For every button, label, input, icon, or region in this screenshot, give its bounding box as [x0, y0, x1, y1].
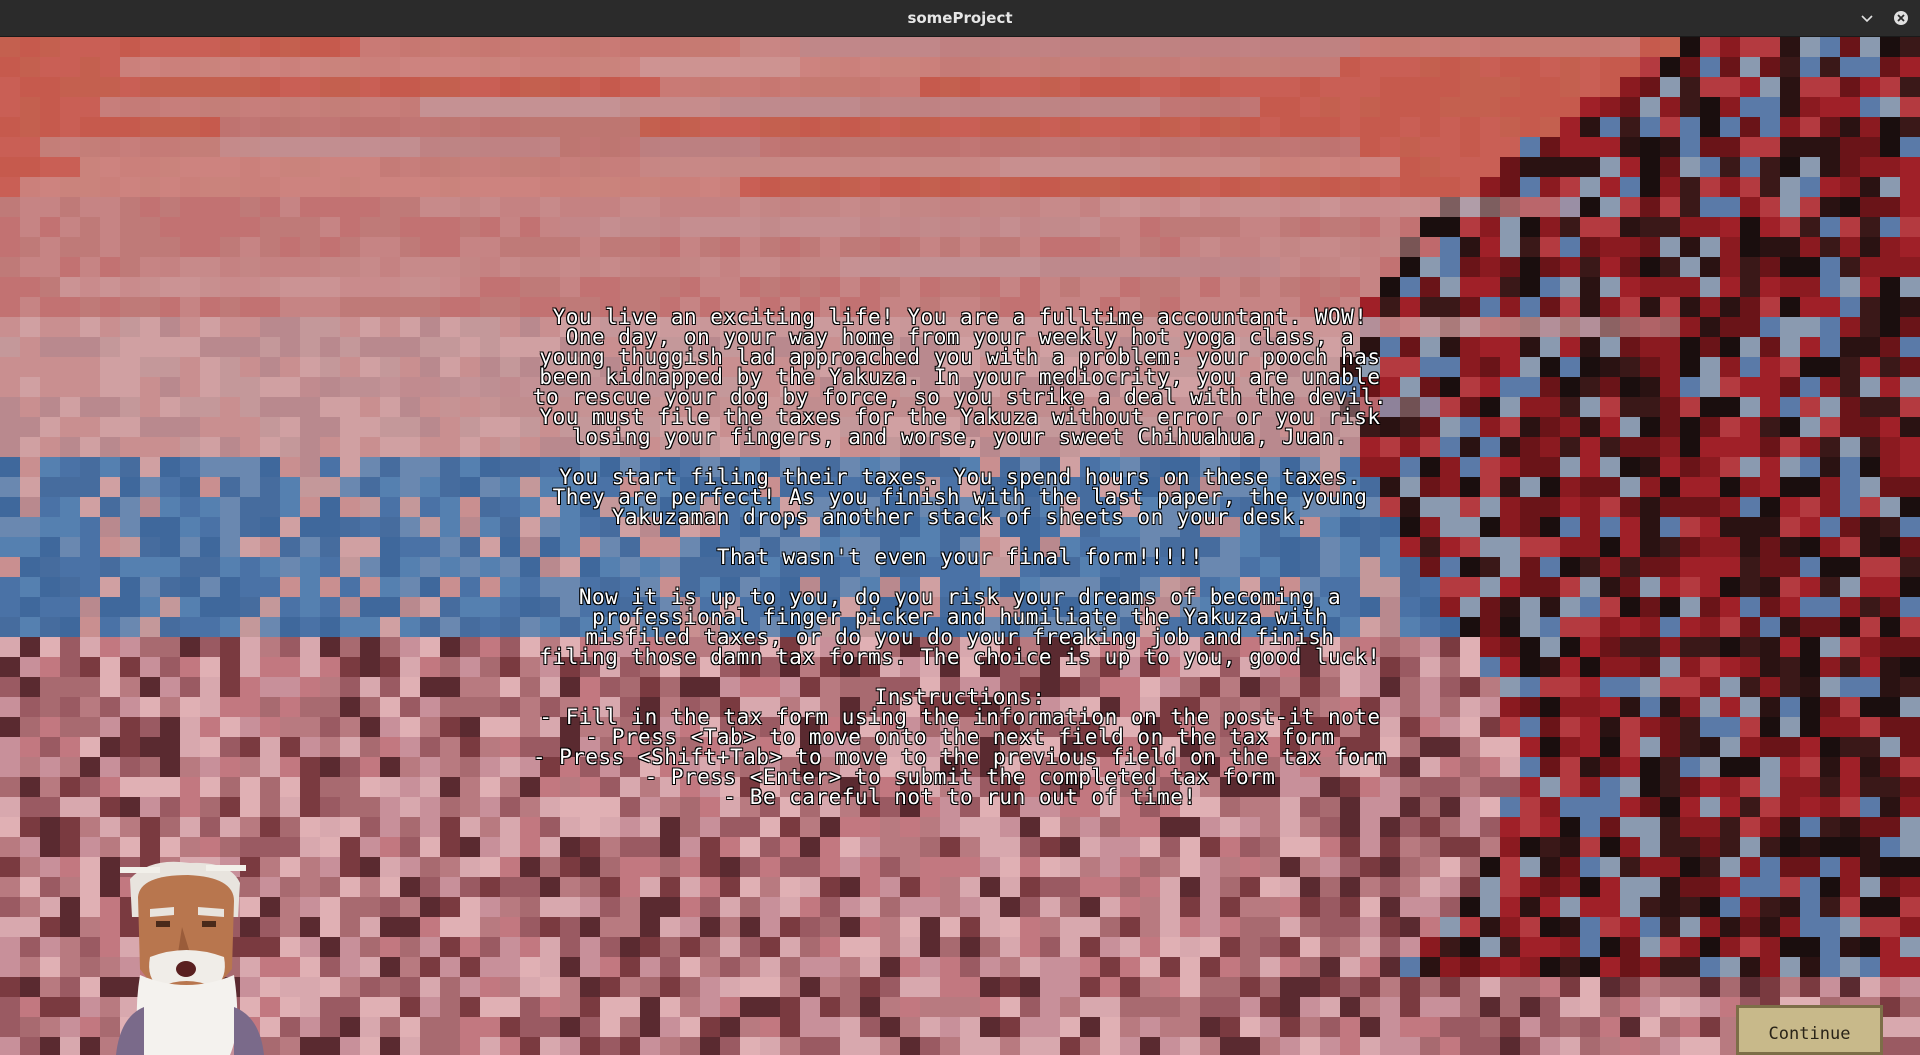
- chevron-down-icon[interactable]: [1856, 7, 1878, 29]
- story-paragraph: You start filing their taxes. You spend …: [552, 465, 1368, 529]
- story-paragraph: That wasn't even your final form!!!!!: [716, 545, 1204, 569]
- story-paragraph: You live an exciting life! You are a ful…: [532, 305, 1388, 449]
- window-title: someProject: [907, 9, 1013, 27]
- continue-button[interactable]: Continue: [1736, 1005, 1883, 1055]
- game-viewport: You live an exciting life! You are a ful…: [0, 37, 1920, 1055]
- window-titlebar: someProject: [0, 0, 1920, 37]
- instructions-text: Instructions: - Fill in the tax form usi…: [532, 685, 1388, 809]
- story-paragraph: Now it is up to you, do you risk your dr…: [539, 585, 1381, 669]
- intro-story-text: You live an exciting life! You are a ful…: [360, 305, 1560, 809]
- close-icon[interactable]: [1890, 7, 1912, 29]
- old-sage-portrait-icon: [110, 857, 270, 1055]
